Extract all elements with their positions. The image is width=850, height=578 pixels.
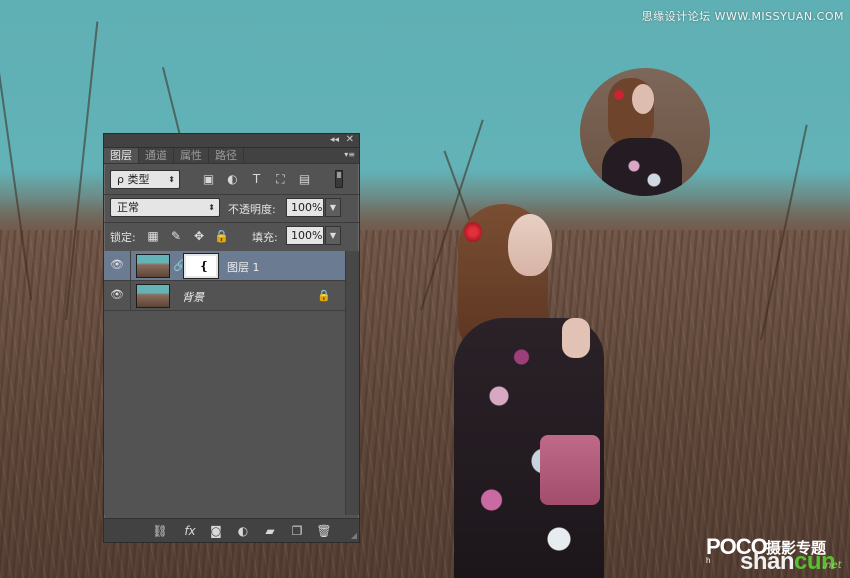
shancun-net: .net xyxy=(822,560,842,571)
opacity-label: 不透明度: xyxy=(228,203,276,216)
divider xyxy=(104,222,359,223)
adjustment-filter-icon[interactable]: ◐ xyxy=(225,172,240,186)
woman-figure xyxy=(450,200,620,578)
circle-preview-image xyxy=(580,68,710,196)
lock-label: 锁定: xyxy=(110,231,136,244)
fx-icon[interactable]: fx xyxy=(182,523,198,539)
face xyxy=(508,214,552,276)
lock-transparent-icon[interactable]: ▦ xyxy=(146,229,160,243)
image-filter-icon[interactable]: ▣ xyxy=(201,172,216,186)
blend-mode-value: 正常 xyxy=(117,201,139,214)
close-icon[interactable]: ✕ xyxy=(346,134,354,145)
tab-properties[interactable]: 属性 xyxy=(174,148,209,163)
lock-image-icon[interactable]: ✎ xyxy=(169,229,183,243)
layer-name[interactable]: 背景 xyxy=(182,289,204,305)
adjustment-layer-icon[interactable]: ◐ xyxy=(235,523,251,539)
obi-sash xyxy=(540,435,600,505)
opacity-input[interactable]: 100% xyxy=(286,198,324,217)
chevron-updown-icon: ⬍ xyxy=(208,203,215,212)
hand xyxy=(562,318,590,358)
lock-icon: 🔒 xyxy=(317,289,331,302)
blend-row: 正常 ⬍ 不透明度: 100% ▼ xyxy=(108,198,355,218)
divider xyxy=(104,194,359,195)
tab-channels[interactable]: 通道 xyxy=(139,148,174,163)
lock-position-icon[interactable]: ✥ xyxy=(192,229,206,243)
layer-row-background[interactable]: 👁 背景 🔒 xyxy=(104,281,345,311)
site-watermark: 思缘设计论坛 WWW.MISSYUAN.COM xyxy=(641,10,844,23)
tab-layers[interactable]: 图层 xyxy=(104,148,139,163)
preview-face xyxy=(632,84,654,114)
shape-filter-icon[interactable]: ⛶ xyxy=(273,172,288,186)
lock-all-icon[interactable]: 🔒 xyxy=(214,229,229,243)
resize-grip-icon[interactable]: ◢ xyxy=(351,531,357,540)
layers-panel: ◂◂ ✕ 图层 通道 属性 路径 ▾≡ ρ 类型 ⬍ ▣ ◐ T ⛶ ▤ 正常 … xyxy=(103,133,360,543)
opacity-dropdown[interactable]: ▼ xyxy=(325,198,341,217)
shancun-logo: shancun xyxy=(740,548,836,576)
new-layer-icon[interactable]: ❐ xyxy=(289,523,305,539)
link-layers-icon[interactable]: ⛓ xyxy=(152,523,168,539)
filter-kind-select[interactable]: ρ 类型 ⬍ xyxy=(110,170,180,189)
divider xyxy=(130,251,131,280)
panel-bottom-bar: ⛓ fx ◙ ◐ ▰ ❐ 🗑 ◢ xyxy=(104,518,359,542)
panel-tabs: 图层 通道 属性 路径 ▾≡ xyxy=(104,148,359,164)
fill-label: 填充: xyxy=(252,231,278,244)
fill-input[interactable]: 100% xyxy=(286,226,324,245)
mask-mark: ❴ xyxy=(199,259,210,273)
filter-row: ρ 类型 ⬍ ▣ ◐ T ⛶ ▤ xyxy=(108,170,355,190)
filter-kind-label: ρ 类型 xyxy=(117,173,150,186)
smart-object-filter-icon[interactable]: ▤ xyxy=(297,172,312,186)
fill-dropdown[interactable]: ▼ xyxy=(325,226,341,245)
panel-titlebar[interactable]: ◂◂ ✕ xyxy=(104,134,359,148)
filter-toggle[interactable] xyxy=(335,170,343,188)
layers-scrollbar[interactable] xyxy=(345,251,359,515)
divider xyxy=(130,281,131,310)
shancun-logo-a: shan xyxy=(740,548,795,575)
preview-kimono xyxy=(602,138,682,196)
add-mask-icon[interactable]: ◙ xyxy=(208,523,224,539)
collapse-icon[interactable]: ◂◂ xyxy=(330,135,339,145)
hair-flower xyxy=(464,222,482,242)
tab-paths[interactable]: 路径 xyxy=(209,148,244,163)
delete-layer-icon[interactable]: 🗑 xyxy=(316,523,332,539)
layer-name[interactable]: 图层 1 xyxy=(227,259,260,275)
new-group-icon[interactable]: ▰ xyxy=(262,523,278,539)
lock-row: 锁定: ▦ ✎ ✥ 🔒 填充: 100% ▼ xyxy=(108,226,355,246)
layers-list: 👁 🔗 ❴ 图层 1 👁 背景 🔒 xyxy=(104,251,345,515)
layer-thumbnail[interactable] xyxy=(136,254,170,278)
eye-icon[interactable]: 👁 xyxy=(110,258,124,272)
type-filter-icon[interactable]: T xyxy=(249,172,264,186)
layer-mask-thumbnail[interactable]: ❴ xyxy=(183,253,219,279)
preview-flower xyxy=(614,90,624,100)
eye-icon[interactable]: 👁 xyxy=(110,288,124,302)
layer-row-layer1[interactable]: 👁 🔗 ❴ 图层 1 xyxy=(104,251,345,281)
blend-mode-select[interactable]: 正常 ⬍ xyxy=(110,198,220,217)
chevron-updown-icon: ⬍ xyxy=(168,175,175,184)
panel-menu-icon[interactable]: ▾≡ xyxy=(344,150,355,159)
layer-thumbnail[interactable] xyxy=(136,284,170,308)
